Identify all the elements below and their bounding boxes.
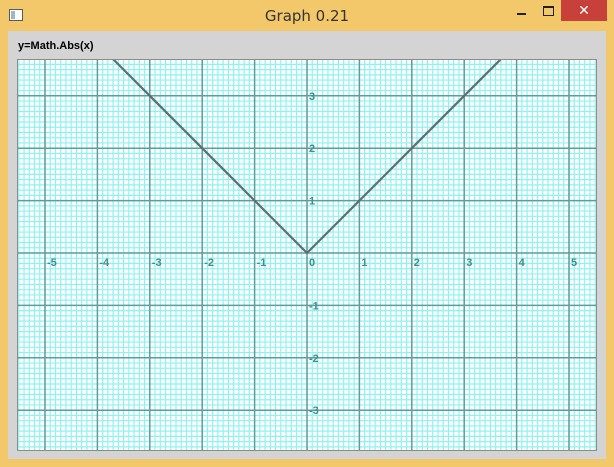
y-tick-label: -2 [309,353,319,365]
minimize-icon [517,12,526,15]
x-tick-label: -3 [152,257,162,269]
client-area: y=Math.Abs(x) -5 -4 -3 -2 -1 0 1 2 3 4 5 3 2 1 -1 -2 -3 [8,31,606,459]
minimize-button[interactable] [508,0,535,21]
graph-plot: -5 -4 -3 -2 -1 0 1 2 3 4 5 3 2 1 -1 -2 -3 [18,58,596,450]
y-tick-label: 1 [309,196,315,208]
x-tick-label: 4 [519,257,526,269]
maximize-button[interactable] [535,0,562,21]
title-bar[interactable]: Graph 0.21 ✕ [0,0,614,31]
formula-label: y=Math.Abs(x) [18,40,94,52]
x-tick-label: 3 [466,257,472,269]
close-icon: ✕ [578,2,590,18]
x-tick-label: 5 [571,257,577,269]
y-tick-label: -3 [309,405,319,417]
x-tick-label: -2 [204,257,214,269]
x-tick-label: -1 [257,257,267,269]
x-tick-label: 0 [309,257,315,269]
x-tick-label: 1 [361,257,367,269]
y-tick-label: 3 [309,91,315,103]
x-tick-label: 2 [414,257,420,269]
y-tick-label: -1 [309,300,319,312]
y-tick-label: 2 [309,143,315,155]
maximize-icon [543,5,554,16]
x-tick-label: -5 [47,257,57,269]
graph-panel[interactable]: -5 -4 -3 -2 -1 0 1 2 3 4 5 3 2 1 -1 -2 -3 [17,58,597,451]
close-button[interactable]: ✕ [561,0,607,21]
x-tick-label: -4 [99,257,110,269]
